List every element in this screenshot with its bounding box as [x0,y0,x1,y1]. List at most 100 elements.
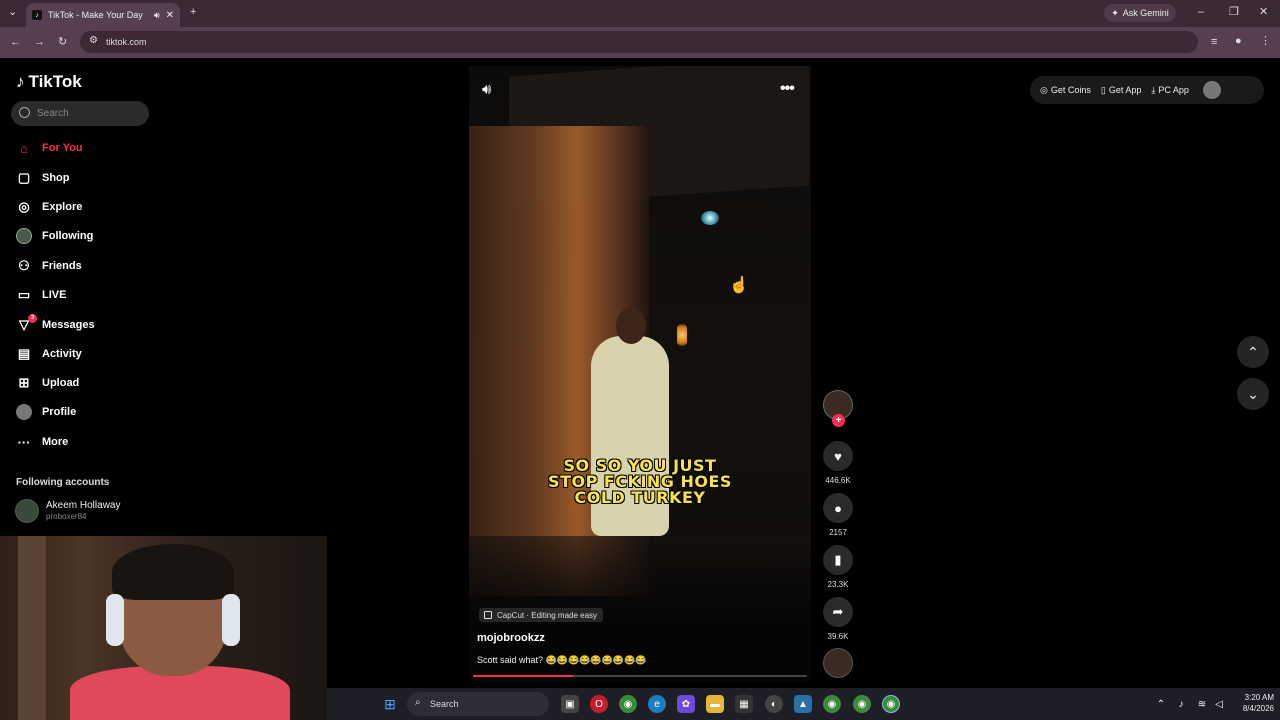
live-tv-icon: ▭ [17,287,31,302]
chrome-menu-icon[interactable]: ⋮ [1260,36,1271,47]
webcam-door [18,536,46,720]
sidebar-item-explore[interactable]: ◎ Explore [16,197,82,217]
tiktok-note-icon: ♪ [16,72,25,91]
url-text: tiktok.com [106,37,147,47]
bookmark-icon: ▮ [834,552,842,567]
like-count: 446.6K [825,476,851,485]
home-icon: ⌂ [20,140,28,156]
copilot-icon[interactable]: ✿ [677,695,695,713]
tab-list-chevron-icon[interactable]: ⌄ [8,7,17,18]
wifi-icon[interactable]: ≋ [1193,695,1211,713]
following-account-name[interactable]: Akeem Hollaway [46,500,120,511]
reload-icon[interactable]: ↻ [58,37,67,48]
sidebar-item-profile[interactable]: Profile [16,402,76,422]
taskbar-search[interactable]: ⌕ Search [407,692,549,716]
more-dots-icon: ··· [17,434,31,450]
video-player[interactable]: SO SO YOU JUST STOP FCKING HOES COLD TUR… [469,66,811,682]
speaker-icon[interactable]: ◁ [1210,695,1228,713]
comment-button[interactable]: ● [823,493,853,523]
more-options-icon[interactable]: ••• [780,80,795,98]
file-explorer-icon[interactable]: ▬ [706,695,724,713]
sidebar-item-upload[interactable]: ⊞ Upload [16,373,80,393]
profile-icon[interactable]: ● [1235,36,1242,47]
tiktok-logo[interactable]: ♪ TikTok [16,72,82,92]
user-avatar[interactable] [1202,81,1221,99]
sidebar-item-live[interactable]: ▭ LIVE [16,285,67,305]
new-tab-icon[interactable]: + [190,7,196,18]
get-app-button[interactable]: ▯ Get App [1101,85,1141,96]
tab-audio-icon[interactable]: 🔊︎ [154,10,160,21]
share-button[interactable]: ➦ [823,597,853,627]
capcut-label: CapCut · Editing made easy [497,610,598,620]
browser-tab[interactable]: ♪ TikTok - Make Your Day 🔊︎ ✕ [26,3,180,27]
forward-icon[interactable]: → [34,37,45,48]
opera-icon[interactable]: O [590,695,608,713]
pc-app-button[interactable]: ⤓ PC App [1151,85,1189,96]
video-progress-bar[interactable] [473,675,807,677]
coin-icon: ◎ [1040,84,1048,95]
sidebar-item-label: Profile [42,406,77,418]
share-arrow-icon: ➦ [832,604,844,619]
chrome-icon[interactable]: ◉ [619,695,637,713]
edge-icon[interactable]: e [648,695,666,713]
sidebar-item-more[interactable]: ··· More [16,432,69,452]
sidebar-item-shop[interactable]: ▢ Shop [16,168,70,188]
site-info-icon[interactable]: ⚙ [89,36,98,46]
download-icon: ⤓ [1151,84,1156,95]
profile-avatar-icon [16,404,32,420]
chrome-profile-2-icon[interactable]: ◉ [853,695,871,713]
capcut-anchor[interactable]: CapCut · Editing made easy [479,608,604,622]
chrome-profile-icon[interactable]: ◉ [823,695,841,713]
address-bar[interactable]: ⚙ tiktok.com [80,31,1198,53]
sidebar-item-label: Messages [42,319,95,331]
volume-icon[interactable]: 🔊︎ [482,81,491,98]
sidebar-item-label: For You [42,142,83,154]
sidebar-item-friends[interactable]: ⚇ Friends [16,256,82,276]
taskbar-clock[interactable]: 3:20 AM 8/4/2026 [1230,692,1274,714]
window-close-icon[interactable]: ✕ [1259,7,1268,18]
app-icon[interactable]: ◐ [765,695,783,713]
save-button[interactable]: ▮ [823,545,853,575]
follow-plus-icon[interactable]: + [832,414,845,427]
browser-tab-strip: ⌄ ♪ TikTok - Make Your Day 🔊︎ ✕ + ✦ Ask … [0,0,1280,27]
sidebar-item-following[interactable]: Following [16,226,93,246]
heart-icon: ♥ [834,448,842,464]
store-icon[interactable]: ▦ [735,695,753,713]
paper-plane-icon: ▽ 3 [16,314,37,333]
chrome-active-icon[interactable]: ◉ [882,695,900,713]
search-input[interactable]: Search [11,101,149,126]
back-icon[interactable]: ← [10,37,21,48]
sidebar-item-for-you[interactable]: ⌂ For You [16,138,83,158]
get-coins-button[interactable]: ◎ Get Coins [1040,85,1091,96]
chevron-up-icon: ⌃ [1247,343,1259,360]
following-account-avatar[interactable] [15,499,39,523]
friends-icon: ⚇ [18,258,30,273]
webcam-headphone-left [106,594,124,646]
previous-video-button[interactable]: ⌃ [1237,336,1269,368]
sidebar-item-activity[interactable]: ▤ Activity [16,344,82,364]
tab-close-icon[interactable]: ✕ [166,10,174,21]
sidebar-item-label: Following [42,230,94,242]
restore-icon[interactable]: ❐ [1229,7,1239,18]
sidebar-item-messages[interactable]: ▽ 3 Messages [16,314,95,335]
upload-plus-icon: ⊞ [18,375,30,390]
photos-icon[interactable]: ▲ [794,695,812,713]
microphone-icon[interactable]: ♪ [1172,695,1190,713]
media-controls-icon[interactable]: ≡ [1211,37,1217,48]
compass-icon: ◎ [18,199,30,214]
sidebar-item-label: Friends [42,260,82,272]
search-icon [19,107,30,118]
taskbar-search-icon: ⌕ [415,697,421,708]
minimize-icon[interactable]: – [1198,7,1204,18]
video-username[interactable]: mojobrookzz [477,632,545,644]
like-button[interactable]: ♥ [823,441,853,471]
music-disc-icon[interactable] [823,648,853,678]
task-view-icon[interactable]: ▣ [561,695,579,713]
chevron-down-icon: ⌄ [1247,385,1259,402]
webcam-person-hair [112,544,234,600]
sidebar-item-label: More [42,436,69,448]
windows-start-icon[interactable]: ⊞ [381,695,399,713]
tray-overflow-icon[interactable]: ⌃ [1152,695,1170,713]
next-video-button[interactable]: ⌄ [1237,378,1269,410]
ask-gemini-button[interactable]: ✦ Ask Gemini [1104,4,1176,22]
